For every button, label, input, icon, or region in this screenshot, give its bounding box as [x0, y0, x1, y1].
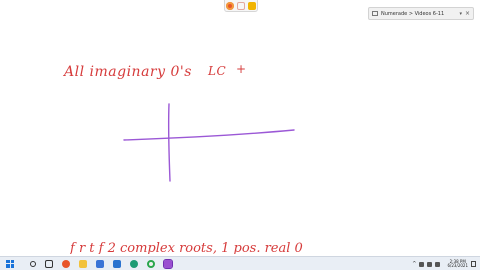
- notes-app-icon[interactable]: [163, 258, 173, 269]
- system-tray: ^ 2:38 PM 6/23/2021: [412, 257, 480, 271]
- windows-start-icon[interactable]: [6, 259, 14, 268]
- x-axis-stroke: [123, 129, 295, 141]
- cloud-icon[interactable]: [419, 261, 425, 267]
- clock-date: 6/23/2021: [447, 263, 468, 268]
- hand-drawn-axes: [123, 103, 295, 182]
- volume-icon[interactable]: [435, 261, 441, 267]
- store-icon[interactable]: [96, 259, 104, 268]
- tray-overflow-icon[interactable]: ^: [412, 261, 416, 267]
- clock[interactable]: 2:38 PM 6/23/2021: [447, 259, 468, 269]
- search-icon[interactable]: [30, 260, 36, 267]
- task-view-icon[interactable]: [45, 259, 53, 268]
- firefox-taskbar-icon[interactable]: [62, 259, 70, 268]
- whiteboard-canvas[interactable]: Numerade > Videos 6-11 ▾ × All imaginary…: [0, 0, 480, 256]
- file-explorer-icon[interactable]: [79, 259, 87, 268]
- chrome-icon[interactable]: [147, 259, 155, 268]
- mail-icon[interactable]: [113, 259, 121, 268]
- network-icon[interactable]: [427, 261, 433, 267]
- handwritten-note-bottom-cutoff: f r t f 2 complex roots, 1 pos. real 0: [70, 241, 303, 254]
- notification-icon[interactable]: [471, 261, 476, 267]
- edge-icon[interactable]: [130, 259, 138, 268]
- y-axis-stroke: [167, 103, 171, 182]
- windows-taskbar: ^ 2:38 PM 6/23/2021: [0, 256, 480, 270]
